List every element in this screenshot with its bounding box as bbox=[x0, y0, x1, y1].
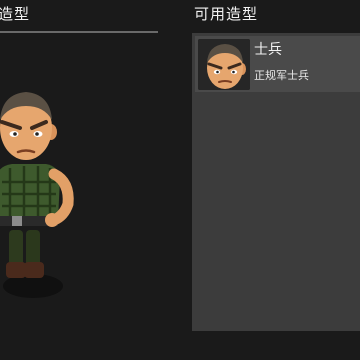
available-outfits-title: 可用造型 bbox=[194, 5, 259, 23]
character-boot-right bbox=[24, 262, 44, 278]
current-outfit-title: 造型 bbox=[0, 5, 31, 23]
character-pupil-left bbox=[13, 132, 17, 136]
outfit-avatar bbox=[198, 39, 250, 90]
character-preview bbox=[0, 92, 74, 298]
character-leg-left bbox=[9, 230, 23, 266]
character-boot-left bbox=[6, 262, 26, 278]
character-belt-buckle bbox=[12, 216, 22, 226]
soldier-portrait-icon bbox=[198, 39, 250, 90]
outfit-item-soldier[interactable]: 士兵 正规军士兵 bbox=[195, 36, 360, 92]
character-fist bbox=[45, 213, 59, 227]
character-leg-right bbox=[26, 230, 40, 266]
character-pupil-right bbox=[35, 132, 39, 136]
outfit-name: 士兵 bbox=[254, 42, 282, 58]
outfit-description: 正规军士兵 bbox=[254, 69, 309, 82]
title-divider bbox=[0, 31, 158, 33]
